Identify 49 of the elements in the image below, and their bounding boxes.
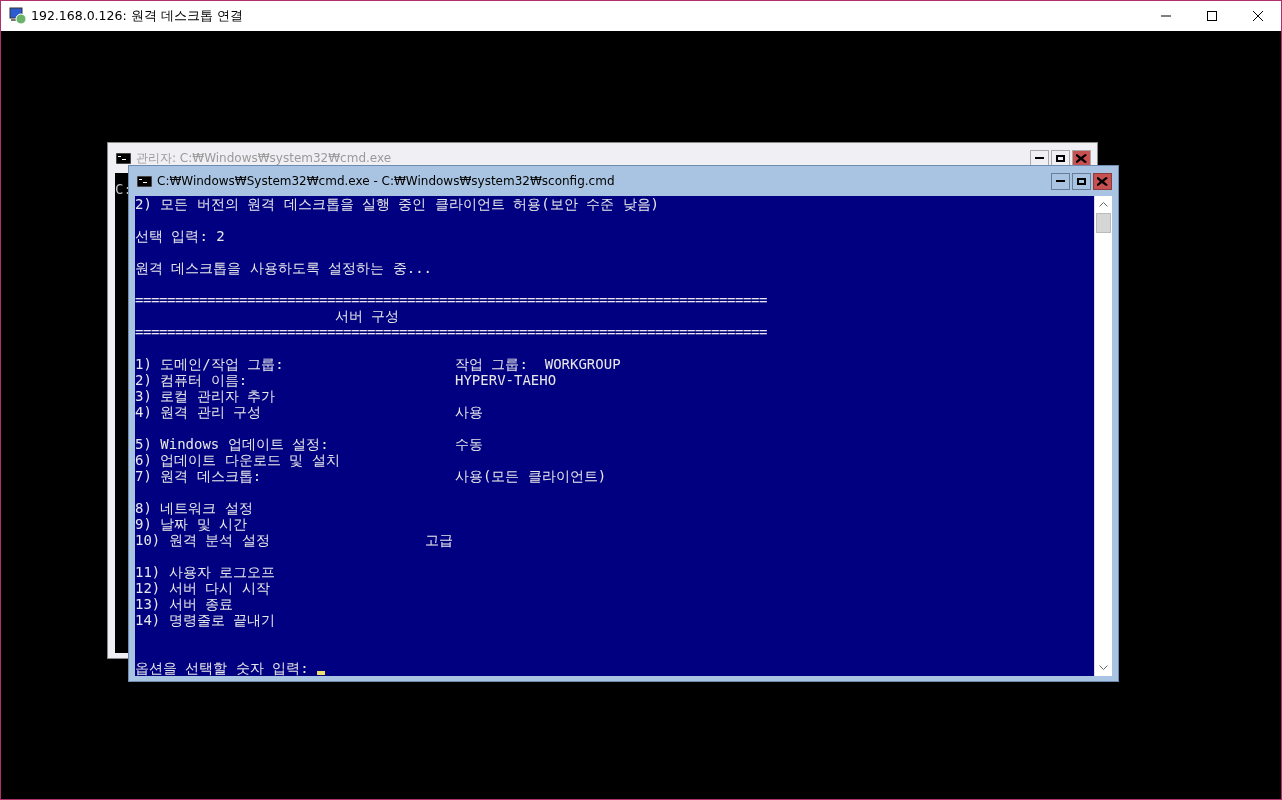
option-value: 사용(모든 클라이언트) — [455, 468, 607, 484]
menu-option: 1) 도메인/작업 그룹: — [135, 356, 455, 372]
console-icon — [137, 175, 152, 187]
menu-option: 10) 원격 분석 설정 — [135, 532, 425, 548]
console-line: 2) 모든 버전의 원격 데스크톱을 실행 중인 클라이언트 허용(보안 수준 낮음) — [135, 196, 659, 212]
scroll-up-icon[interactable] — [1099, 202, 1108, 207]
menu-option: 7) 원격 데스크톱: — [135, 468, 455, 484]
console-line: 8) 네트워크 설정 — [135, 500, 253, 516]
option-value: 사용 — [455, 404, 483, 420]
option-value: 고급 — [425, 532, 453, 548]
scroll-thumb[interactable] — [1096, 213, 1111, 233]
menu-option: 2) 컴퓨터 이름: — [135, 372, 455, 388]
window-title: 192.168.0.126: 원격 데스크톱 연결 — [31, 7, 244, 25]
close-icon — [1253, 11, 1263, 21]
minimize-icon — [1035, 157, 1044, 159]
console-line: 13) 서버 종료 — [135, 596, 234, 612]
close-icon — [1076, 153, 1087, 163]
menu-option: 5) Windows 업데이트 설정: — [135, 436, 455, 452]
section-heading: 서버 구성 — [335, 308, 400, 324]
minimize-button[interactable] — [1051, 172, 1070, 190]
menu-option: 4) 원격 관리 구성 — [135, 404, 455, 420]
maximize-icon — [1055, 153, 1066, 163]
scroll-down-icon[interactable] — [1099, 665, 1108, 670]
prompt-text: 옵션을 선택할 숫자 입력: — [135, 660, 309, 676]
console-line: 선택 입력: 2 — [135, 228, 225, 244]
scrollbar[interactable] — [1094, 196, 1112, 676]
console-rule: =============================================================================== — [135, 292, 767, 308]
window-title: 관리자: C:₩Windows₩system32₩cmd.exe — [136, 149, 393, 167]
close-icon — [1097, 176, 1108, 186]
remote-desktop-icon — [9, 7, 27, 25]
console-line: 11) 사용자 로그오프 — [135, 564, 276, 580]
minimize-icon — [1056, 180, 1065, 182]
maximize-icon — [1207, 11, 1217, 21]
maximize-button[interactable] — [1072, 172, 1091, 190]
console-line: 9) 날짜 및 시간 — [135, 516, 248, 532]
window-title: C:₩Windows₩System32₩cmd.exe - C:₩Windows₩system32₩sconfig.cmd — [157, 174, 616, 188]
console-line: 12) 서버 다시 시작 — [135, 580, 270, 596]
console-line: 6) 업데이트 다운로드 및 설치 — [135, 452, 340, 468]
text-cursor — [316, 671, 325, 675]
console-line: 원격 데스크톱을 사용하도록 설정하는 중... — [135, 260, 432, 276]
console-icon — [116, 152, 131, 164]
option-value: 작업 그룹: WORKGROUP — [455, 356, 621, 372]
console-line: 3) 로컬 관리자 추가 — [135, 388, 276, 404]
console-rule: =============================================================================== — [135, 324, 767, 340]
option-value: 수동 — [455, 436, 483, 452]
console-line: 14) 명령줄로 끝내기 — [135, 612, 276, 628]
close-button[interactable] — [1093, 172, 1112, 190]
option-value: HYPERV-TAEHO — [455, 372, 557, 388]
maximize-icon — [1076, 176, 1087, 186]
